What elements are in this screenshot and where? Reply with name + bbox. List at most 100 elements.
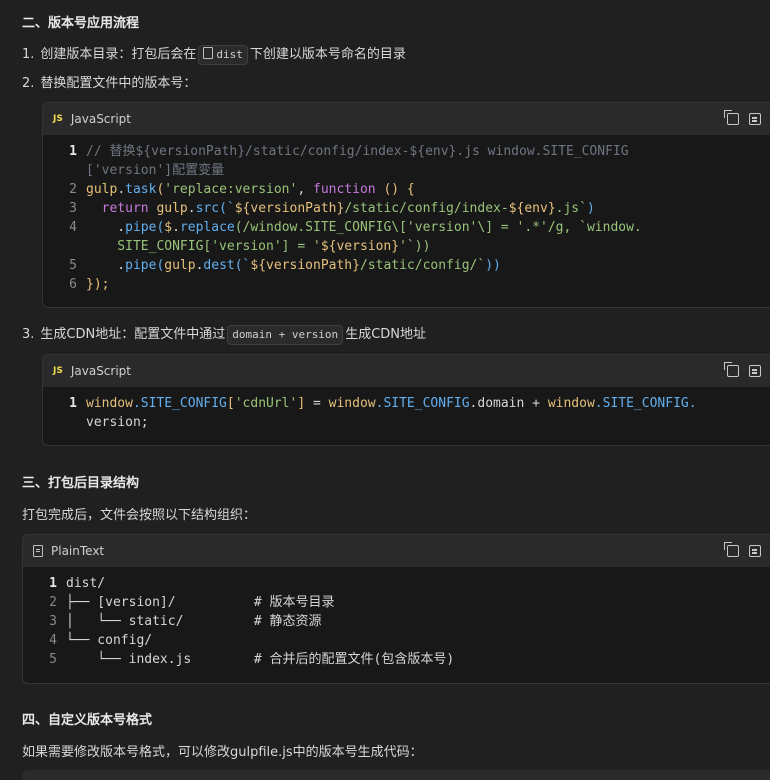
javascript-icon: JS <box>53 114 63 124</box>
copy-icon[interactable] <box>724 362 739 377</box>
section-heading-2: 二、版本号应用流程 <box>22 16 140 31</box>
wrap-icon[interactable] <box>749 545 761 557</box>
code-token: ${versionPath} <box>234 201 345 216</box>
code-content: 1 dist/ 2 ├── [version]/ # 版本号目录 3 │ └── st… <box>23 567 770 677</box>
list-text: 下创建以版本号命名的目录 <box>249 47 406 62</box>
code-comment: ['version']配置变量 <box>86 163 225 178</box>
code-token: replace <box>179 220 235 235</box>
code-token: .domain <box>469 396 525 411</box>
inline-code-text: dist <box>216 47 243 61</box>
paragraph: 打包完成后，文件会按照以下结构组织： <box>22 508 257 523</box>
line-number: 5 <box>49 652 57 667</box>
code-token: . <box>86 220 126 235</box>
code-line: dist/ <box>66 576 106 591</box>
line-number: 6 <box>69 277 77 292</box>
code-block-header: JS JavaScript <box>43 355 770 387</box>
list-item-2: 2. 替换配置文件中的版本号： <box>22 72 196 91</box>
code-token: . <box>86 258 126 273</box>
javascript-icon: JS <box>53 366 63 376</box>
code-block-partial <box>22 770 770 780</box>
line-number: 1 <box>49 576 57 591</box>
code-content: 1 window.SITE_CONFIG['cdnUrl'] = window.S… <box>43 387 770 440</box>
document-icon <box>33 545 43 557</box>
wrap-icon[interactable] <box>749 365 761 377</box>
code-token: pipe <box>125 220 157 235</box>
code-line: └── index.js # 合并后的配置文件(包含版本号) <box>66 652 455 667</box>
file-icon <box>203 46 214 59</box>
section-heading-4: 四、自定义版本号格式 <box>22 713 153 728</box>
code-token: return <box>86 201 157 216</box>
code-token: . <box>172 220 180 235</box>
code-token: '.*' <box>516 220 548 235</box>
code-block-header: JS JavaScript <box>43 103 770 135</box>
code-token: ${env} <box>508 201 556 216</box>
line-number: 4 <box>69 220 77 235</box>
code-token: \] = <box>477 220 517 235</box>
code-token: (` <box>219 201 235 216</box>
list-text: 生成CDN地址 <box>345 327 426 342</box>
code-token: /static/config/index- <box>344 201 509 216</box>
list-number: 1. <box>22 47 35 62</box>
code-token: ) <box>586 201 595 216</box>
code-token: /g, `window. <box>547 220 642 235</box>
code-block-header: PlainText <box>23 535 770 567</box>
list-item-1: 1. 创建版本目录：打包后会在 dist 下创建以版本号命名的目录 <box>22 43 406 65</box>
code-token: gulp <box>164 258 196 273</box>
list-text: 创建版本目录：打包后会在 <box>40 47 197 62</box>
code-token: gulp <box>156 201 188 216</box>
code-token: )) <box>485 258 501 273</box>
code-block-javascript-1: JS JavaScript 1 // 替换${versionPath}/stati… <box>42 102 770 308</box>
list-number: 3. <box>22 327 35 342</box>
code-comment: // 替换${versionPath}/static/config/index-… <box>86 144 629 159</box>
code-token: dest <box>203 258 235 273</box>
code-token: . <box>187 201 196 216</box>
code-toolbar <box>724 355 770 387</box>
list-item-3: 3. 生成CDN地址：配置文件中通过 domain + version 生成CDN地址 <box>22 323 426 345</box>
list-number: 2. <box>22 76 35 91</box>
code-content: 1 // 替换${versionPath}/static/config/index… <box>43 135 770 302</box>
code-token: window <box>86 396 133 411</box>
code-token: (` <box>234 258 251 273</box>
code-token: window <box>547 396 595 411</box>
inline-code-domain-version: domain + version <box>227 324 344 345</box>
code-token: .SITE_CONFIG. <box>594 396 697 411</box>
list-text: 生成CDN地址：配置文件中通过 <box>40 327 226 342</box>
code-token: gulp <box>86 182 118 197</box>
code-block-plaintext: PlainText 1 dist/ 2 ├── [version]/ # 版本号目录… <box>22 534 770 684</box>
paragraph: 如果需要修改版本号格式，可以修改gulpfile.js中的版本号生成代码： <box>22 745 423 760</box>
code-block-javascript-2: JS JavaScript 1 window.SITE_CONFIG['cdnUr… <box>42 354 770 446</box>
code-token: }); <box>86 277 110 292</box>
code-token: .SITE_CONFIG <box>132 396 227 411</box>
copy-icon[interactable] <box>724 542 739 557</box>
code-token: ${version} <box>320 239 400 254</box>
code-line: │ └── static/ # 静态资源 <box>66 614 322 629</box>
code-toolbar <box>724 103 770 135</box>
inline-code-dist: dist <box>198 44 248 65</box>
code-token: .js` <box>555 201 587 216</box>
code-token: version; <box>86 415 149 430</box>
code-token: /static/config/` <box>359 258 486 273</box>
line-number: 1 <box>69 396 77 411</box>
code-token: '`)) <box>399 239 431 254</box>
code-token: ${versionPath} <box>250 258 360 273</box>
line-number: 2 <box>49 595 57 610</box>
code-token: [ <box>226 396 235 411</box>
line-number: 3 <box>49 614 57 629</box>
code-token: 'replace:version' <box>164 182 298 197</box>
code-language-label: PlainText <box>51 544 105 558</box>
code-token: function <box>313 182 376 197</box>
line-number: 5 <box>69 258 77 273</box>
code-token: .SITE_CONFIG <box>375 396 470 411</box>
code-token: $ <box>164 220 173 235</box>
wrap-icon[interactable] <box>749 113 761 125</box>
code-toolbar <box>724 535 770 567</box>
code-token: window <box>328 396 376 411</box>
copy-icon[interactable] <box>724 110 739 125</box>
line-number: 3 <box>69 201 77 216</box>
code-token: ] <box>297 396 306 411</box>
code-token: + <box>524 396 548 411</box>
code-token: . <box>117 182 126 197</box>
section-heading-3: 三、打包后目录结构 <box>22 476 140 491</box>
code-token: 'cdnUrl' <box>234 396 298 411</box>
code-line: ├── [version]/ # 版本号目录 <box>66 595 335 610</box>
